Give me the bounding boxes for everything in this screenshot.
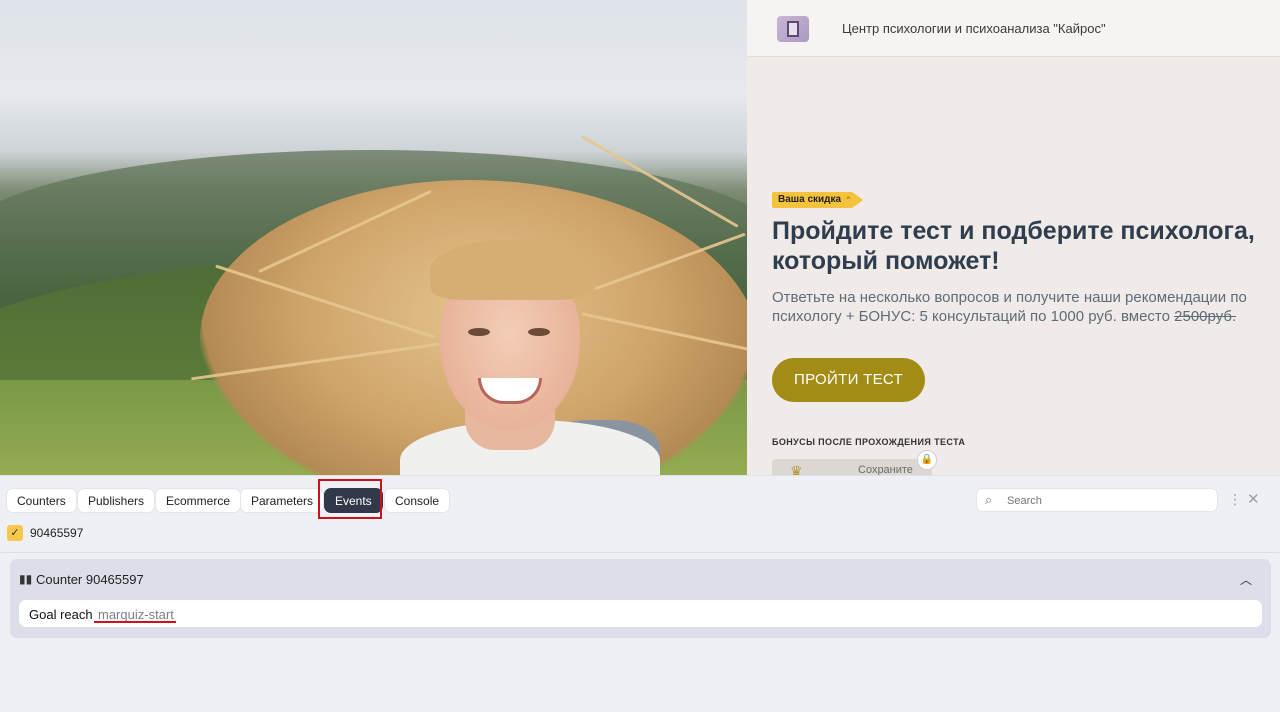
search-input[interactable] xyxy=(1007,492,1207,509)
metrica-debugger-panel: Counters Publishers Ecommerce Parameters… xyxy=(0,475,1280,712)
discount-badge-label: Ваша скидка xyxy=(778,194,842,205)
counter-filter-label: 90465597 xyxy=(30,526,84,540)
tab-ecommerce[interactable]: Ecommerce xyxy=(155,488,242,513)
start-test-button[interactable]: ПРОЙТИ ТЕСТ xyxy=(772,358,925,402)
brand-logo-icon[interactable] xyxy=(777,16,809,42)
event-name-underline xyxy=(94,621,176,623)
old-price: 2500руб. xyxy=(1174,308,1237,325)
site-header: Центр психологии и психоанализа "Кайрос" xyxy=(747,0,1280,57)
chevron-up-icon: ⌃ xyxy=(844,195,853,205)
counter-checkbox[interactable]: ✓ xyxy=(7,525,23,541)
page-subtext: Ответьте на несколько вопросов и получит… xyxy=(772,288,1262,326)
bonus-card[interactable]: ♛ Сохраните xyxy=(772,459,932,475)
crown-icon: ♛ xyxy=(790,463,803,475)
tab-console[interactable]: Console xyxy=(384,488,451,513)
counter-group: ▮▮ Counter 90465597 ︿ Goal reach marquiz… xyxy=(10,559,1271,638)
events-tab-highlight xyxy=(318,479,382,519)
close-icon[interactable]: ✕ xyxy=(1247,492,1260,507)
counter-group-title: Counter 90465597 xyxy=(36,572,144,587)
hero-photo xyxy=(0,0,747,475)
page-headline: Пройдите тест и подберите психолога, кот… xyxy=(772,217,1255,275)
tab-parameters[interactable]: Parameters xyxy=(240,488,325,513)
bar-chart-icon: ▮▮ xyxy=(19,572,33,586)
website-viewport: Центр психологии и психоанализа "Кайрос"… xyxy=(0,0,1280,475)
divider xyxy=(0,552,1280,553)
tab-publishers[interactable]: Publishers xyxy=(77,488,156,513)
event-type: Goal reach xyxy=(29,607,93,622)
chevron-up-icon[interactable]: ︿ xyxy=(1240,571,1252,588)
bonus-section-title: БОНУСЫ ПОСЛЕ ПРОХОЖДЕНИЯ ТЕСТА xyxy=(772,437,966,447)
event-row[interactable]: Goal reach marquiz-start xyxy=(19,600,1262,627)
event-name: marquiz-start xyxy=(98,607,174,622)
search-icon: ⌕ xyxy=(985,492,993,507)
tab-counters[interactable]: Counters xyxy=(6,488,77,513)
brand-name: Центр психологии и психоанализа "Кайрос" xyxy=(842,21,1106,36)
discount-badge: Ваша скидка ⌃ xyxy=(772,192,864,208)
search-box[interactable]: ⌕ xyxy=(976,488,1218,512)
bonus-card-label: Сохраните xyxy=(858,464,913,475)
landing-panel: Центр психологии и психоанализа "Кайрос"… xyxy=(747,0,1280,475)
more-options-icon[interactable]: ⋮ xyxy=(1228,492,1242,506)
lock-icon: 🔒 xyxy=(917,450,937,470)
